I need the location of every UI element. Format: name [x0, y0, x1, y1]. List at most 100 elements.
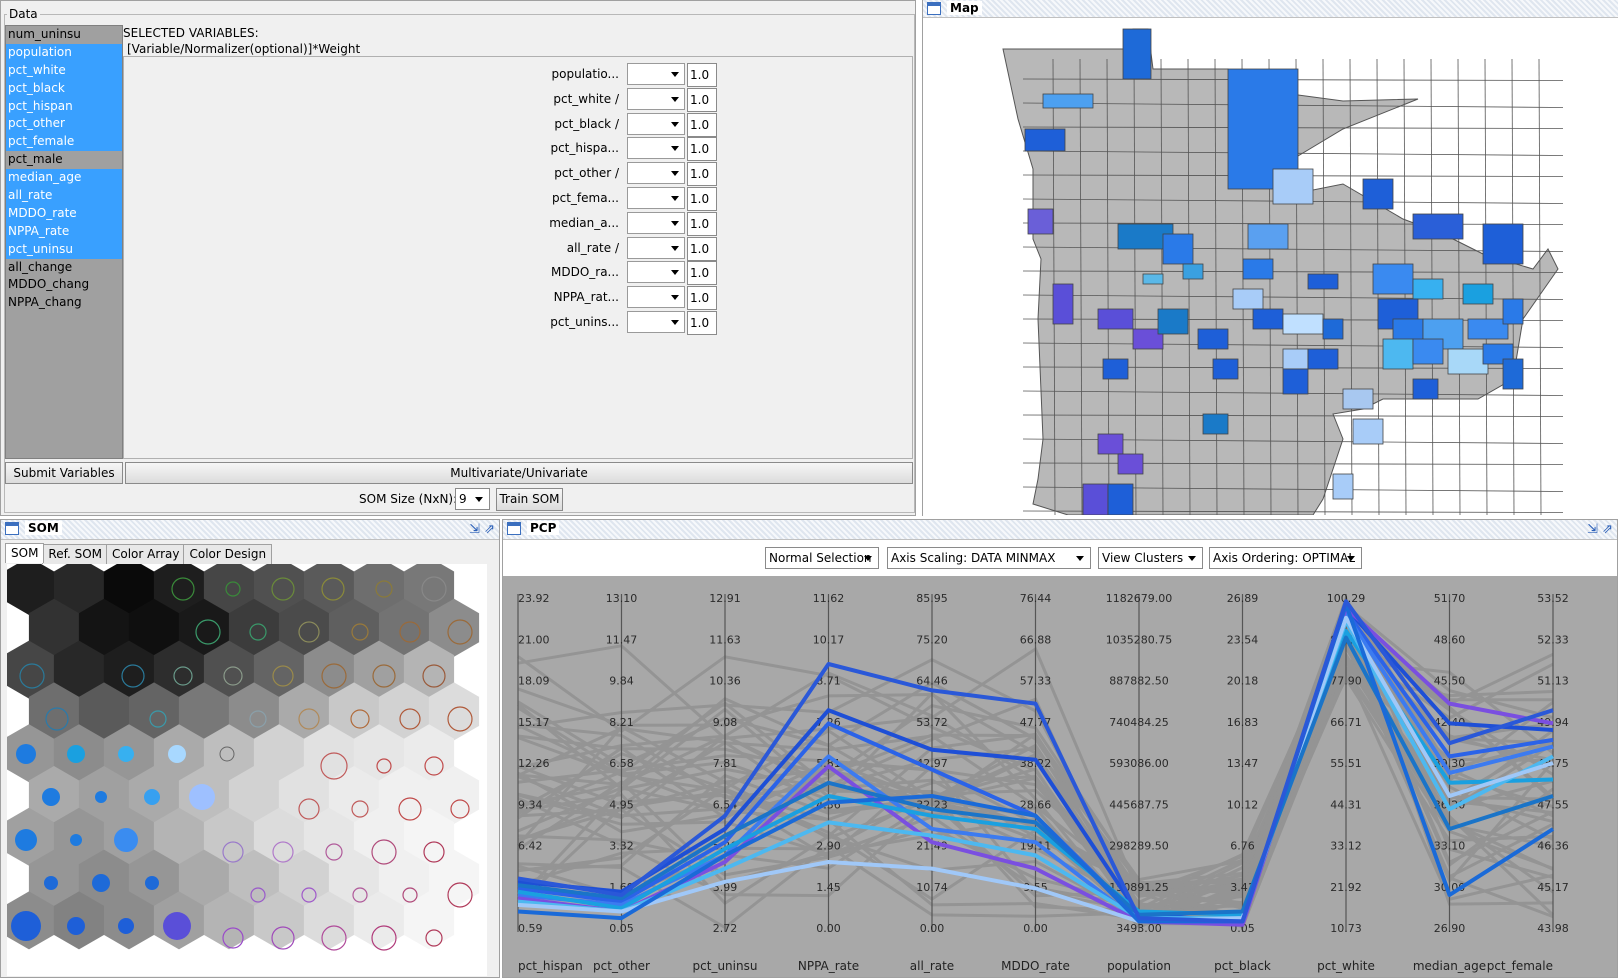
pcp-tick-label: 57.33 — [1020, 675, 1052, 688]
selected-variables-format: [Variable/Normalizer(optional)]*Weight — [127, 42, 361, 56]
som-node-marker — [70, 834, 82, 846]
pcp-axis-label: NPPA_rate — [798, 959, 859, 973]
variable-label: MDDO_ra... — [550, 265, 619, 280]
normalizer-select[interactable] — [627, 137, 685, 160]
pcp-tick-label: 887882.50 — [1109, 675, 1169, 688]
variable-list-item[interactable]: NPPA_rate — [6, 222, 122, 241]
pcp-tick-label: 9.84 — [609, 675, 634, 688]
selection-mode-dropdown[interactable]: Normal Selection — [765, 547, 879, 569]
variable-weight-row: pct_hispa... 1.0 — [424, 137, 824, 162]
county-highlight — [1382, 338, 1414, 370]
county-highlight — [1412, 338, 1444, 365]
county-highlight — [1372, 263, 1414, 295]
normalizer-select[interactable] — [627, 311, 685, 333]
variable-list-item[interactable]: population — [6, 43, 122, 62]
submit-variables-button[interactable]: Submit Variables — [5, 462, 123, 484]
som-node-marker — [163, 912, 191, 940]
variable-list-item[interactable]: MDDO_chang — [6, 276, 122, 294]
weight-input[interactable]: 1.0 — [687, 87, 717, 112]
variable-list-item[interactable]: pct_other — [6, 115, 122, 134]
som-size-select[interactable]: 9 — [455, 488, 490, 510]
normalizer-select[interactable] — [627, 187, 685, 209]
pcp-tick-label: 10.74 — [916, 881, 948, 894]
pcp-tick-label: 53.72 — [916, 716, 948, 729]
view-clusters-dropdown[interactable]: View Clusters — [1098, 547, 1203, 569]
pcp-tick-label: 13.47 — [1227, 757, 1259, 770]
variable-list-item[interactable]: all_change — [6, 259, 122, 277]
weight-input[interactable]: 1.0 — [687, 236, 717, 261]
weight-input[interactable]: 1.0 — [687, 311, 717, 335]
county-highlight — [1027, 208, 1054, 235]
multivariate-univariate-button[interactable]: Multivariate/Univariate — [125, 462, 913, 484]
county-highlight — [1052, 283, 1074, 325]
data-panel: Data num_uninsu population pct_white pct_bl… — [0, 0, 916, 516]
county-highlight — [1242, 258, 1274, 280]
variable-label: median_a... — [549, 215, 619, 230]
weight-input[interactable]: 1.0 — [687, 137, 717, 162]
som-node-marker — [92, 874, 110, 892]
pcp-tick-label: 13.10 — [606, 592, 638, 605]
som-tab[interactable]: Color Design — [183, 544, 273, 564]
pcp-tick-label: 11.62 — [813, 592, 845, 605]
normalizer-select[interactable] — [627, 63, 685, 85]
county-highlight — [1502, 298, 1524, 325]
variable-weight-row: all_rate / 1.0 — [424, 236, 824, 261]
weight-input[interactable]: 1.0 — [687, 63, 717, 87]
weight-input[interactable]: 1.0 — [687, 211, 717, 236]
axis-scaling-dropdown[interactable]: Axis Scaling: DATA MINMAX — [887, 547, 1091, 569]
variable-list-item[interactable]: all_rate — [6, 187, 122, 205]
train-som-button[interactable]: Train SOM — [496, 488, 563, 511]
axis-ordering-dropdown[interactable]: Axis Ordering: OPTIMAL — [1209, 547, 1362, 569]
som-tab[interactable]: SOM — [5, 543, 45, 563]
normalizer-select[interactable] — [627, 87, 685, 110]
variable-list-item[interactable]: pct_uninsu — [6, 240, 122, 259]
som-node-marker — [144, 789, 160, 805]
som-tab[interactable]: Ref. SOM — [42, 544, 108, 564]
county-highlight — [1122, 28, 1152, 80]
variable-list-item[interactable]: MDDO_rate — [6, 204, 122, 223]
variable-list-item[interactable]: pct_hispan — [6, 97, 122, 116]
weight-input[interactable]: 1.0 — [687, 261, 717, 286]
variable-list-item[interactable]: pct_white — [6, 61, 122, 80]
variable-list-item[interactable]: NPPA_chang — [6, 294, 122, 312]
normalizer-select[interactable] — [627, 112, 685, 135]
variable-weight-row: pct_other / 1.0 — [424, 162, 824, 187]
weight-input[interactable]: 1.0 — [687, 187, 717, 211]
variable-list-item[interactable]: pct_black — [6, 79, 122, 98]
county-highlight — [1352, 418, 1384, 445]
variable-list[interactable]: num_uninsu population pct_white pct_black pc… — [5, 25, 123, 459]
normalizer-select[interactable] — [627, 286, 685, 309]
county-highlight — [1162, 233, 1194, 265]
normalizer-select[interactable] — [627, 211, 685, 234]
pcp-tick-label: 55.51 — [1330, 757, 1362, 770]
minimize-maximize-icon[interactable]: ⇲ ⇗ — [469, 522, 495, 537]
som-node-marker — [15, 829, 37, 851]
variable-weight-row: NPPA_rat... 1.0 — [424, 286, 824, 311]
parallel-coordinates-plot[interactable]: 23.9221.0018.0915.1712.269.346.423.510.5… — [503, 576, 1617, 977]
variable-list-item[interactable]: median_age — [6, 169, 122, 188]
weight-input[interactable]: 1.0 — [687, 112, 717, 137]
som-tab[interactable]: Color Array — [106, 544, 186, 564]
county-highlight — [1197, 328, 1229, 350]
county-highlight — [1282, 313, 1324, 335]
pcp-tick-label: 33.10 — [1434, 840, 1466, 853]
weight-input[interactable]: 1.0 — [687, 286, 717, 311]
county-highlight — [1282, 348, 1309, 370]
normalizer-select[interactable] — [627, 162, 685, 185]
variable-list-item[interactable]: pct_female — [6, 133, 122, 152]
county-highlight — [1117, 453, 1144, 475]
variable-list-item[interactable]: num_uninsu — [6, 26, 122, 44]
variable-weight-row: pct_black / 1.0 — [424, 112, 824, 137]
normalizer-select[interactable] — [627, 261, 685, 284]
pcp-tick-label: 51.70 — [1434, 592, 1466, 605]
weight-input[interactable]: 1.0 — [687, 162, 717, 187]
variable-list-item[interactable]: pct_male — [6, 151, 122, 169]
pcp-tick-label: 75.20 — [916, 633, 948, 646]
variable-label: pct_other / — [554, 166, 619, 181]
choropleth-map[interactable] — [923, 19, 1617, 515]
pcp-tick-label: 0.59 — [518, 922, 543, 935]
som-hex-grid[interactable] — [7, 564, 487, 976]
pcp-tick-label: 10.36 — [709, 675, 741, 688]
minimize-maximize-icon[interactable]: ⇲ ⇗ — [1587, 522, 1613, 537]
normalizer-select[interactable] — [627, 236, 685, 259]
